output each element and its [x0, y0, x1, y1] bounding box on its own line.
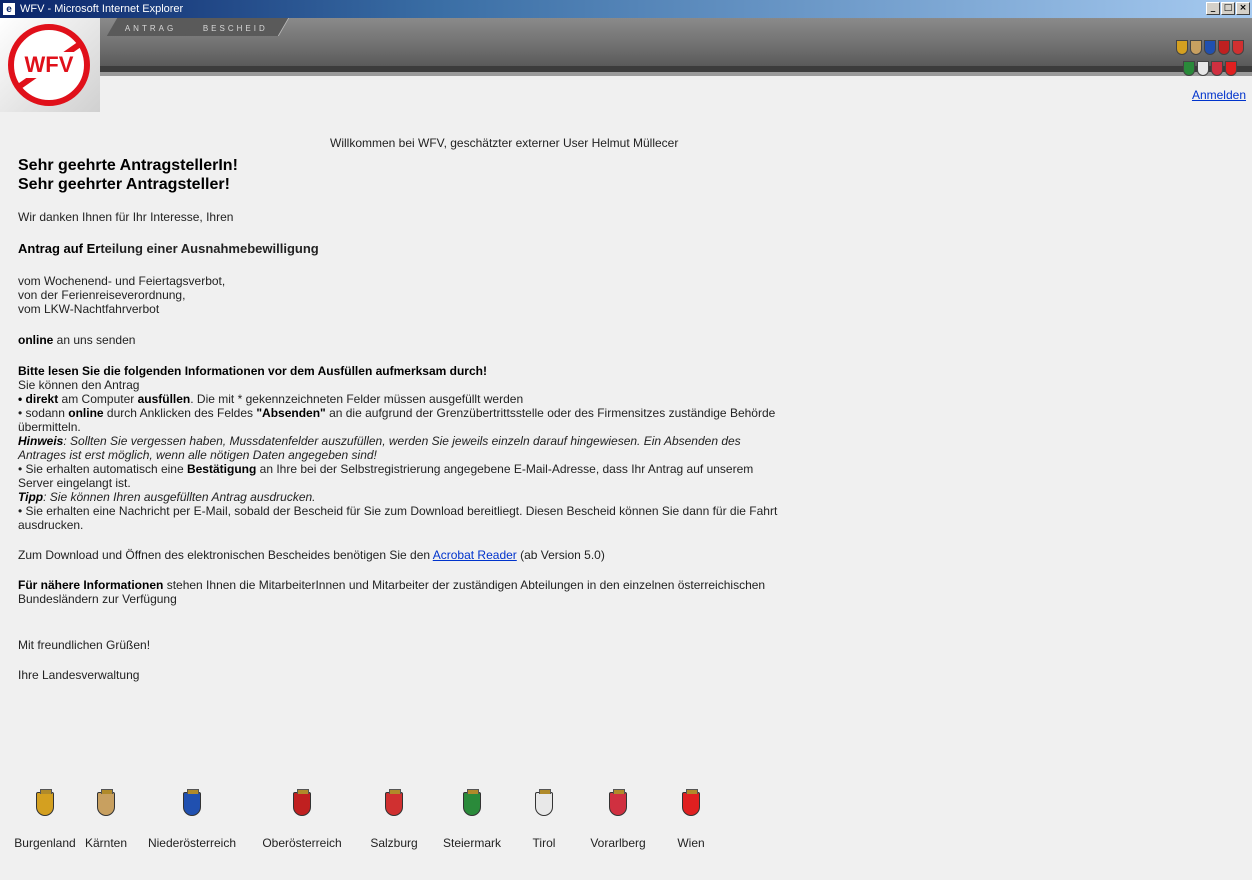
state-label: Wien — [677, 836, 705, 850]
state-kaernten[interactable]: Kärnten — [76, 789, 136, 850]
state-label: Tirol — [532, 836, 556, 850]
header-banner: ANTRAG BESCHEID WFV — [0, 18, 1252, 112]
main-content: Sehr geehrte AntragstellerIn! Sehr geehr… — [18, 156, 778, 682]
bullet-1-bold: • direkt — [18, 392, 59, 406]
gruesse-text: Mit freundlichen Grüßen! — [18, 638, 151, 652]
crest-icon — [1232, 40, 1244, 55]
bullet-2-pre: • sodann — [18, 406, 69, 420]
bullet-1-bold2: ausfüllen — [137, 392, 191, 406]
kaernten-crest-icon — [97, 789, 115, 816]
logo-text: WFV — [23, 52, 75, 78]
bullet-2-bold2: "Absenden" — [256, 406, 326, 420]
login-link[interactable]: Anmelden — [1192, 88, 1246, 102]
state-tirol[interactable]: Tirol — [512, 789, 576, 850]
window-title-bar[interactable]: e WFV - Microsoft Internet Explorer _ □ … — [0, 0, 1252, 18]
state-salzburg[interactable]: Salzburg — [356, 789, 432, 850]
antrag-item-3: vom LKW-Nachtfahrverbot — [18, 302, 160, 316]
bullet-3: • Sie erhalten automatisch eine Bestätig… — [18, 462, 778, 490]
bullet-2: • sodann online durch Anklicken des Feld… — [18, 406, 778, 434]
bullet-2-bold: online — [68, 406, 104, 420]
crest-icon — [1211, 61, 1223, 76]
state-wien[interactable]: Wien — [660, 789, 722, 850]
info-bold: Für nähere Informationen — [18, 578, 164, 592]
salzburg-crest-icon — [385, 789, 403, 816]
niederoesterreich-crest-icon — [183, 789, 201, 816]
online-rest: an uns senden — [53, 333, 136, 347]
state-label: Burgenland — [14, 836, 76, 850]
greeting-line-2: Sehr geehrter Antragsteller! — [18, 176, 230, 193]
ie-icon: e — [2, 2, 16, 16]
banner-divider-light — [95, 72, 1252, 76]
state-label: Oberösterreich — [262, 836, 342, 850]
maximize-button[interactable]: □ — [1221, 2, 1235, 15]
state-crests-icon — [1174, 40, 1246, 80]
burgenland-crest-icon — [36, 789, 54, 816]
acrobat-reader-link[interactable]: Acrobat Reader — [433, 548, 517, 562]
state-burgenland[interactable]: Burgenland — [14, 789, 76, 850]
tirol-crest-icon — [535, 789, 553, 816]
antrag-item-2: von der Ferienreiseverordnung, — [18, 288, 186, 302]
state-niederoesterreich[interactable]: Niederösterreich — [136, 789, 248, 850]
nav-tab-antrag[interactable]: ANTRAG — [106, 18, 198, 36]
download-text: Zum Download und Öffnen des elektronisch… — [18, 548, 778, 562]
crest-icon — [1204, 40, 1216, 55]
state-label: Kärnten — [84, 836, 128, 850]
state-label: Salzburg — [370, 836, 418, 850]
state-label: Niederösterreich — [147, 836, 237, 850]
antrag-heading-bold: Antrag auf Er — [18, 241, 101, 256]
state-steiermark[interactable]: Steiermark — [432, 789, 512, 850]
thanks-text: Wir danken Ihnen für Ihr Interesse, Ihre… — [18, 210, 234, 224]
bullet-1-mid: am Computer — [58, 392, 138, 406]
crest-icon — [1225, 61, 1237, 76]
state-oberoesterreich[interactable]: Oberösterreich — [248, 789, 356, 850]
steiermark-crest-icon — [463, 789, 481, 816]
greeting-line-1: Sehr geehrte AntragstellerIn! — [18, 157, 238, 174]
hinweis-text: Hinweis: Sollten Sie vergessen haben, Mu… — [18, 434, 778, 462]
bullet-3-bold: Bestätigung — [186, 462, 257, 476]
logo-area: WFV — [0, 18, 100, 112]
download-rest: (ab Version 5.0) — [516, 548, 605, 562]
download-pre: Zum Download und Öffnen des elektronisch… — [18, 548, 433, 562]
verwaltung-text: Ihre Landesverwaltung — [18, 668, 140, 682]
hinweis-bold: Hinweis — [18, 434, 64, 448]
crest-icon — [1190, 40, 1202, 55]
oberoesterreich-crest-icon — [293, 789, 311, 816]
wien-crest-icon — [682, 789, 700, 816]
antrag-item-1: vom Wochenend- und Feiertagsverbot, — [18, 274, 226, 288]
crest-icon — [1183, 61, 1195, 76]
tipp-rest: : Sie können Ihren ausgefüllten Antrag a… — [43, 490, 316, 504]
bullet-4: • Sie erhalten eine Nachricht per E-Mail… — [18, 504, 778, 532]
bullet-3-pre: • Sie erhalten automatisch eine — [18, 462, 187, 476]
online-text: online an uns senden — [18, 333, 778, 347]
crest-icon — [1176, 40, 1188, 55]
bullet-1-rest: . Die mit * gekennzeichneten Felder müss… — [190, 392, 524, 406]
crest-icon — [1218, 40, 1230, 55]
bitte-heading: Bitte lesen Sie die folgenden Informatio… — [18, 364, 487, 378]
window-controls: _ □ × — [1206, 2, 1250, 15]
close-button[interactable]: × — [1236, 2, 1250, 15]
crest-icon — [1197, 61, 1209, 76]
online-bold: online — [18, 333, 54, 347]
state-vorarlberg[interactable]: Vorarlberg — [576, 789, 660, 850]
tipp-bold: Tipp — [18, 490, 44, 504]
bullet-2-mid: durch Anklicken des Feldes — [103, 406, 257, 420]
state-label: Vorarlberg — [590, 836, 646, 850]
window-title: WFV - Microsoft Internet Explorer — [20, 3, 184, 15]
hinweis-rest: : Sollten Sie vergessen haben, Mussdaten… — [18, 434, 741, 462]
welcome-message: Willkommen bei WFV, geschätzter externer… — [330, 136, 679, 150]
info-text: Für nähere Informationen stehen Ihnen di… — [18, 578, 778, 606]
antrag-heading-rest: teilung einer Ausnahmebewilligung — [100, 241, 319, 256]
nav-tab-bescheid-label: BESCHEID — [202, 24, 268, 33]
wfv-logo: WFV — [8, 24, 90, 106]
nav-tab-antrag-label: ANTRAG — [124, 24, 177, 33]
tipp-text: Tipp: Sie können Ihren ausgefüllten Antr… — [18, 490, 778, 504]
state-crest-row: Burgenland Kärnten Niederösterreich Ober… — [14, 789, 722, 850]
koennen-text: Sie können den Antrag — [18, 378, 140, 392]
antrag-heading: Antrag auf Erteilung einer Ausnahmebewil… — [18, 242, 778, 256]
bullet-1: • direkt am Computer ausfüllen. Die mit … — [18, 392, 778, 406]
minimize-button[interactable]: _ — [1206, 2, 1220, 15]
nav-tab-bescheid[interactable]: BESCHEID — [184, 18, 290, 36]
vorarlberg-crest-icon — [609, 789, 627, 816]
state-label: Steiermark — [442, 836, 501, 850]
